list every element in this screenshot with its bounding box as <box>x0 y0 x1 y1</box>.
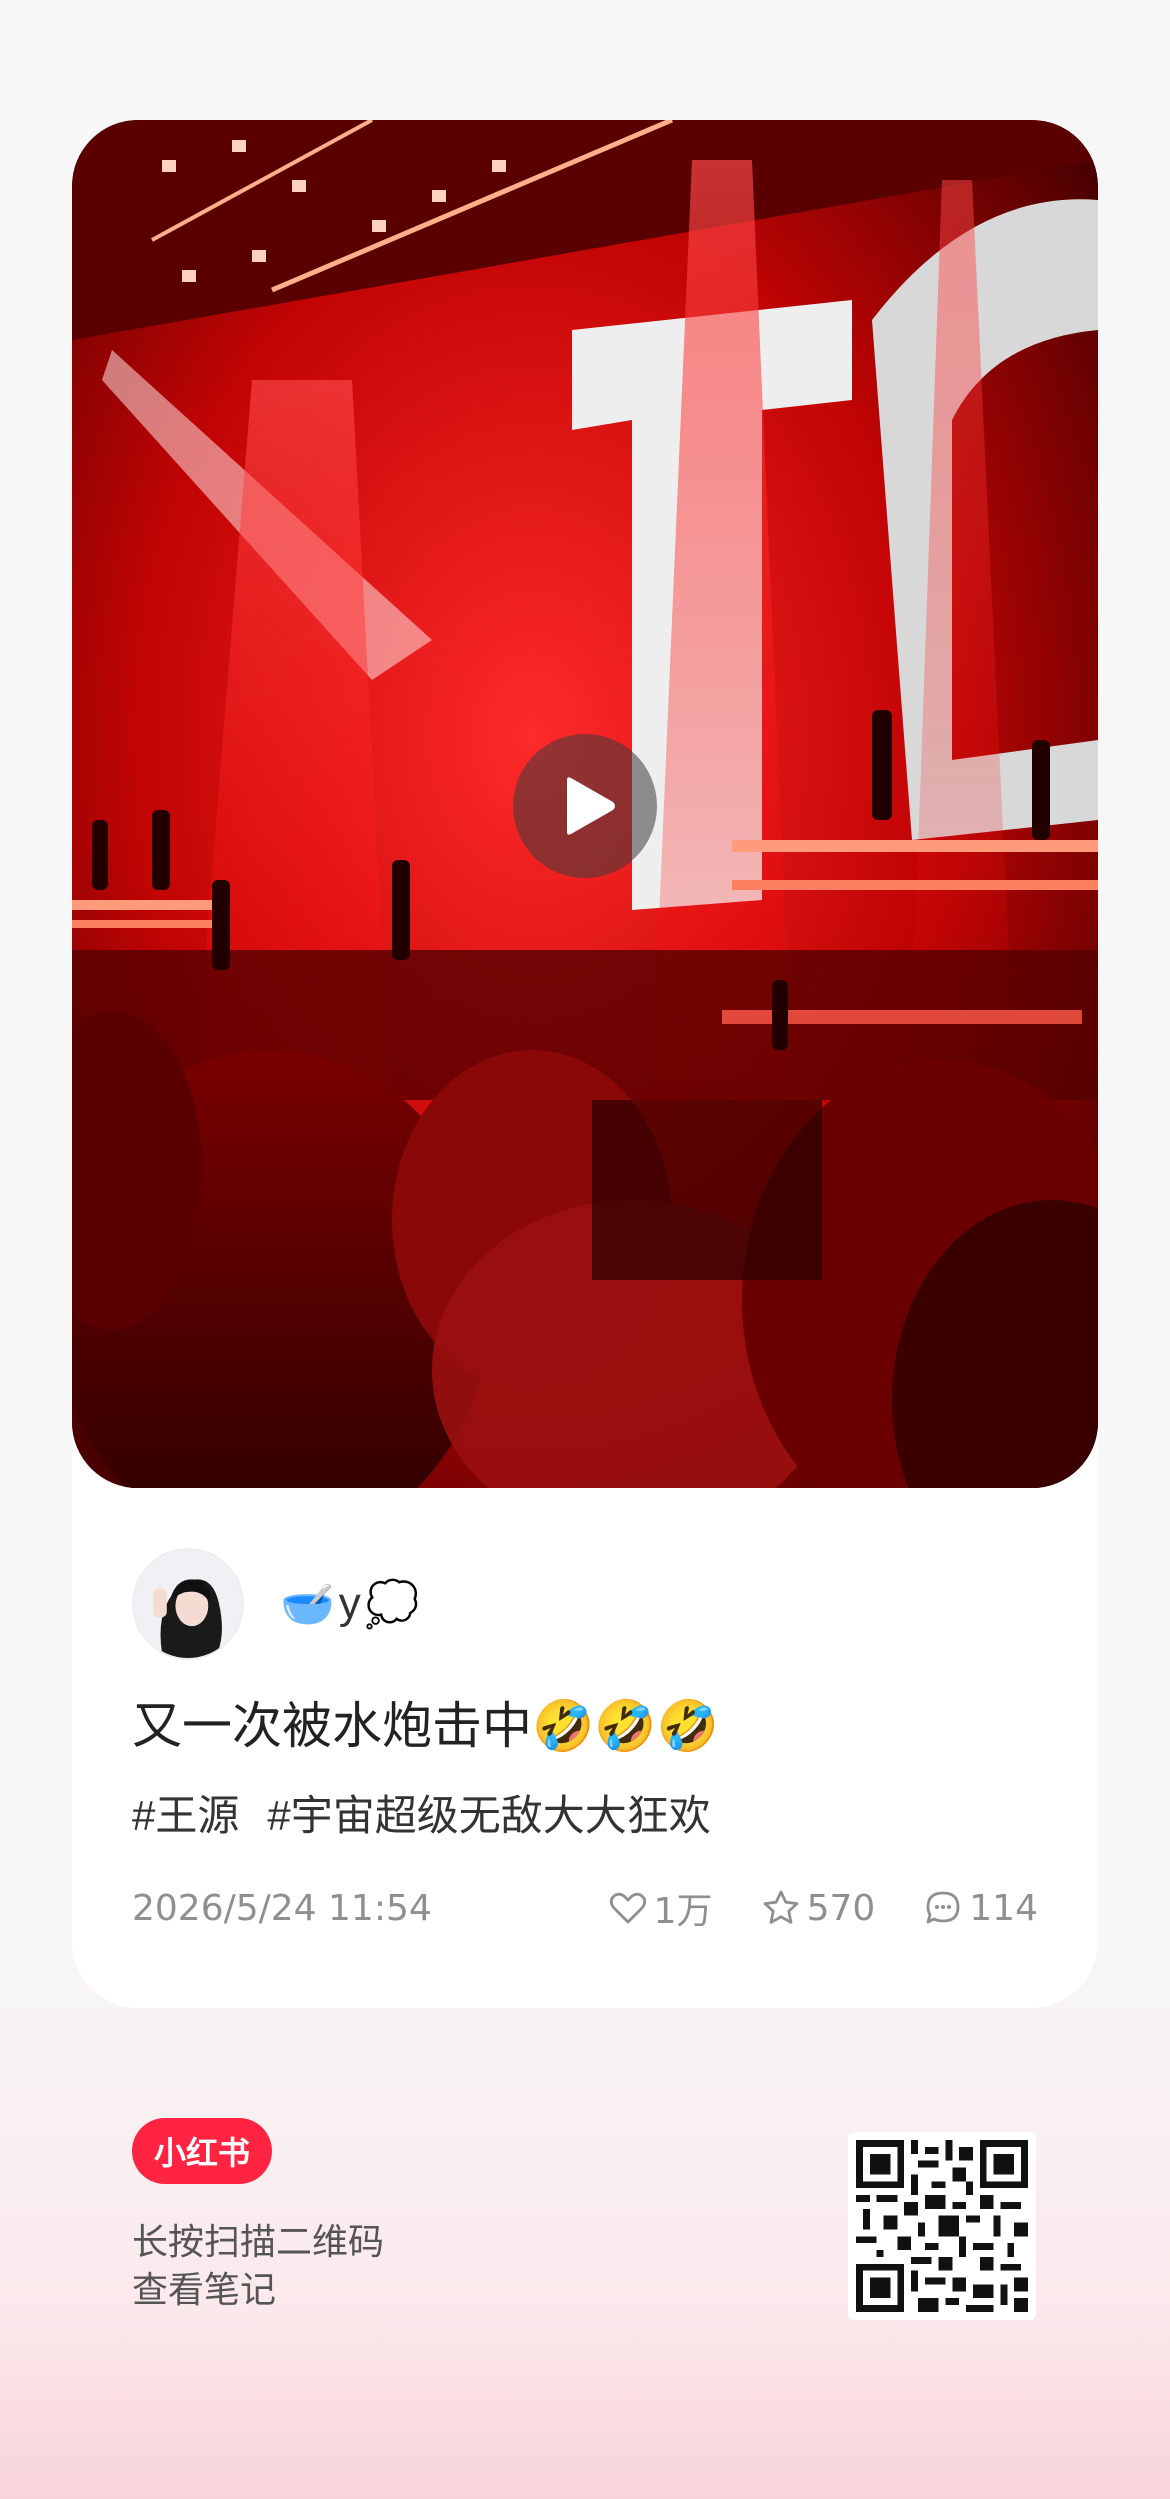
author-prefix-emoji: 🥣 <box>280 1579 335 1630</box>
footer-hint: 长按扫描二维码 查看笔记 <box>132 2218 384 2314</box>
play-icon <box>567 777 615 835</box>
footer-hint-line2: 查看笔记 <box>132 2269 277 2310</box>
tag-wangyuan[interactable]: #王源 <box>132 1788 239 1844</box>
publish-date: 2026/5/24 11:54 <box>132 1887 432 1929</box>
meta-row: 2026/5/24 11:54 1万 570 114 <box>132 1880 1038 1936</box>
tag-universe-carnival[interactable]: #宇宙超级无敌大大狂欢 <box>267 1788 710 1844</box>
author-name[interactable]: 🥣 y 💭 <box>280 1578 420 1630</box>
qr-code-image <box>856 2140 1028 2312</box>
note-card: 🥣 y 💭 又一次被水炮击中🤣🤣🤣 #王源 #宇宙超级无敌大大狂欢 2026/5… <box>72 120 1098 2008</box>
avatar[interactable] <box>132 1548 244 1660</box>
collect-count: 570 <box>806 1887 876 1929</box>
heart-icon <box>609 1892 646 1924</box>
footer-hint-line1: 长按扫描二维码 <box>132 2221 385 2262</box>
star-icon <box>763 1890 798 1924</box>
qr-code[interactable] <box>848 2132 1036 2320</box>
note-title: 又一次被水炮击中🤣🤣🤣 <box>132 1698 719 1754</box>
video-cover[interactable] <box>72 120 1098 1488</box>
author-info[interactable]: 🥣 y 💭 <box>132 1548 420 1660</box>
comment-button[interactable]: 114 <box>923 1888 1038 1929</box>
tag-list: #王源 #宇宙超级无敌大大狂欢 <box>132 1788 711 1844</box>
collect-button[interactable]: 570 <box>761 1887 876 1929</box>
like-count: 1万 <box>653 1891 713 1932</box>
comment-bubble-icon <box>926 1891 960 1924</box>
engagement-stats: 1万 570 114 <box>608 1882 1038 1934</box>
xiaohongshu-logo: 小红书 <box>132 2118 272 2184</box>
play-button[interactable] <box>513 734 657 878</box>
avatar-image <box>134 1550 242 1658</box>
like-button[interactable]: 1万 <box>608 1882 713 1934</box>
author-name-text: y <box>338 1579 361 1628</box>
author-suffix-emoji: 💭 <box>364 1579 420 1630</box>
comment-count: 114 <box>969 1887 1038 1929</box>
